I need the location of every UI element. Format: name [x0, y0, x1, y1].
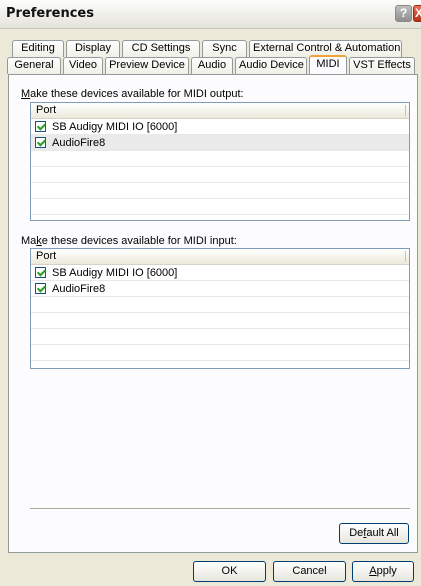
apply-button[interactable]: Apply [352, 561, 414, 582]
output-port-column-header[interactable]: Port [31, 103, 409, 119]
tab-display[interactable]: Display [66, 40, 120, 57]
tab-row-front: General Video Preview Device Audio Audio… [7, 55, 417, 74]
input-section-label: Make these devices available for MIDI in… [21, 235, 237, 247]
tab-sync[interactable]: Sync [202, 40, 247, 57]
close-button[interactable]: X [413, 5, 421, 22]
list-item[interactable]: AudioFire8 [31, 281, 409, 297]
tab-vst-effects[interactable]: VST Effects [349, 57, 415, 74]
empty-row [31, 329, 409, 345]
tab-midi[interactable]: MIDI [309, 55, 347, 74]
device-name: AudioFire8 [52, 282, 106, 295]
default-all-button[interactable]: Default All [339, 523, 409, 544]
tab-audio[interactable]: Audio [191, 57, 233, 74]
tab-editing[interactable]: Editing [12, 40, 64, 57]
window-title: Preferences [6, 6, 94, 21]
output-device-list[interactable]: Port SB Audigy MIDI IO [6000] AudioFire8 [30, 102, 410, 221]
list-item[interactable]: AudioFire8 [31, 135, 409, 151]
input-device-list[interactable]: Port SB Audigy MIDI IO [6000] AudioFire8 [30, 248, 410, 369]
close-icon: X [414, 6, 421, 20]
empty-row [31, 167, 409, 183]
ok-button[interactable]: OK [193, 561, 266, 582]
tab-cd-settings[interactable]: CD Settings [122, 40, 200, 57]
checkbox[interactable] [35, 137, 46, 148]
list-item[interactable]: SB Audigy MIDI IO [6000] [31, 265, 409, 281]
tab-audio-device[interactable]: Audio Device [235, 57, 307, 74]
cancel-button[interactable]: Cancel [273, 561, 346, 582]
help-button[interactable]: ? [395, 5, 412, 22]
empty-row [31, 199, 409, 215]
list-item[interactable]: SB Audigy MIDI IO [6000] [31, 119, 409, 135]
input-port-column-header[interactable]: Port [31, 249, 409, 265]
device-name: SB Audigy MIDI IO [6000] [52, 266, 178, 279]
checkbox[interactable] [35, 267, 46, 278]
empty-row [31, 313, 409, 329]
tab-preview-device[interactable]: Preview Device [105, 57, 189, 74]
device-name: AudioFire8 [52, 136, 106, 149]
help-icon: ? [399, 6, 408, 20]
tab-video[interactable]: Video [63, 57, 103, 74]
empty-row [31, 297, 409, 313]
output-section-label: Make these devices available for MIDI ou… [21, 88, 244, 100]
separator-line [30, 508, 410, 510]
title-bar: Preferences ? X [0, 0, 421, 29]
tab-general[interactable]: General [7, 57, 61, 74]
checkbox[interactable] [35, 121, 46, 132]
device-name: SB Audigy MIDI IO [6000] [52, 120, 178, 133]
empty-row [31, 345, 409, 361]
checkbox[interactable] [35, 283, 46, 294]
empty-row [31, 183, 409, 199]
empty-row [31, 151, 409, 167]
